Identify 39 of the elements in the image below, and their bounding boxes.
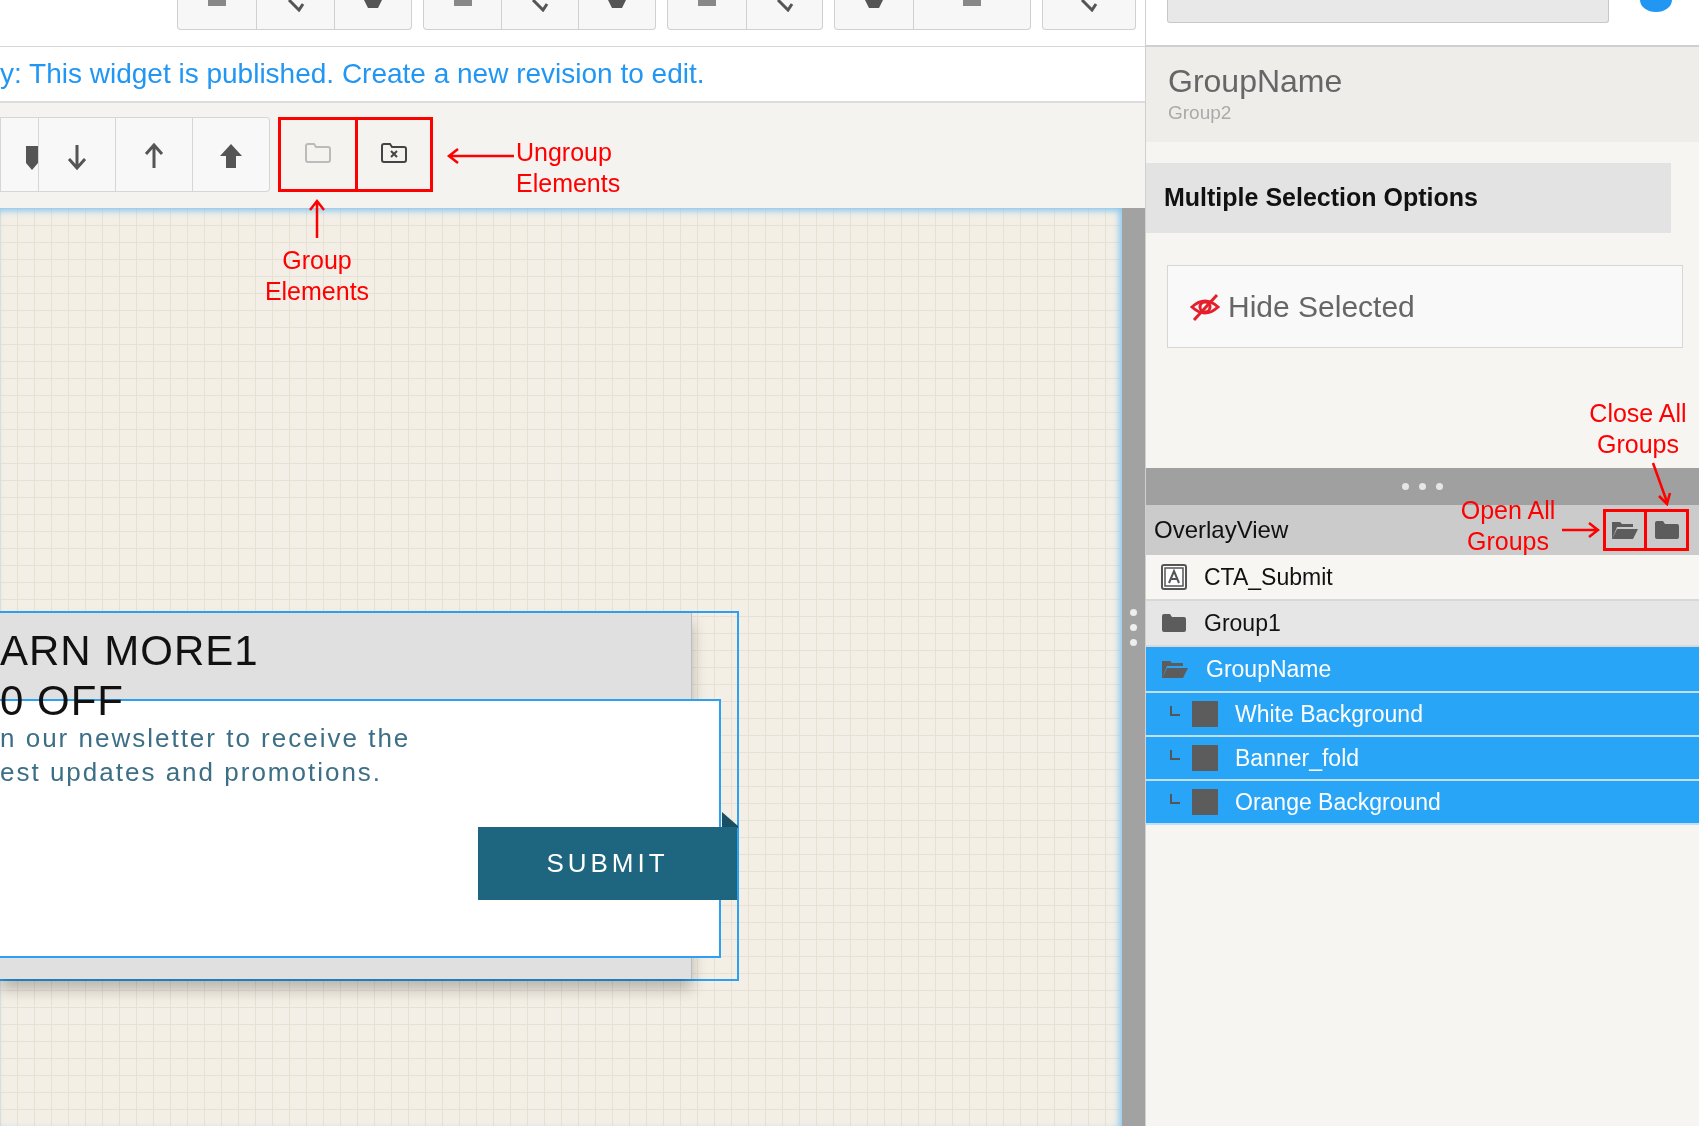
eye-slash-icon <box>1190 292 1220 321</box>
annotation-arrow <box>1562 520 1600 540</box>
annotation-label: Group Elements <box>263 245 371 307</box>
partial-icon <box>529 0 551 12</box>
open-folder-icon <box>1161 659 1189 679</box>
arrow-up-icon <box>143 141 165 170</box>
submit-button[interactable]: SUBMIT <box>478 827 737 900</box>
open-folder-icon <box>1611 520 1639 540</box>
heading-line: ARN MORE1 <box>0 628 259 674</box>
square-icon <box>1192 701 1218 727</box>
section-header: Multiple Selection Options <box>1146 163 1671 233</box>
status-icon <box>1640 0 1672 12</box>
annotation-label: Close All Groups <box>1588 398 1688 460</box>
tree-line <box>1170 750 1180 760</box>
annotation-label: Ungroup Elements <box>516 137 622 199</box>
tool-button[interactable] <box>358 117 433 192</box>
text-box-icon <box>1161 564 1187 590</box>
folder-icon <box>1161 613 1187 633</box>
square-icon <box>1192 745 1218 771</box>
open-all-groups-button[interactable] <box>1603 509 1647 551</box>
annotation-arrow <box>308 198 326 238</box>
hide-selected-button[interactable]: Hide Selected <box>1167 265 1683 348</box>
layer-row[interactable]: Group1 <box>1146 601 1699 647</box>
group-title: GroupName <box>1168 62 1344 101</box>
square-icon <box>1192 789 1218 815</box>
group-id: Group2 <box>1168 101 1233 125</box>
partial-icon <box>1078 0 1100 12</box>
annotation-arrow <box>446 146 516 166</box>
annotation-label: Open All Groups <box>1459 495 1557 557</box>
layers-title: OverlayView <box>1154 515 1289 545</box>
body-text: n our newsletter to receive the <box>0 722 411 754</box>
banner-fold <box>722 812 738 828</box>
tree-line <box>1170 706 1180 716</box>
annotation-arrow <box>1650 462 1672 506</box>
folder-icon <box>1653 520 1680 540</box>
body-text: est updates and promotions. <box>0 756 383 788</box>
tree-line <box>1170 794 1180 804</box>
close-all-groups-button[interactable] <box>1647 509 1689 551</box>
published-notice: y: This widget is published. Create a new revision to edit. <box>0 57 705 91</box>
